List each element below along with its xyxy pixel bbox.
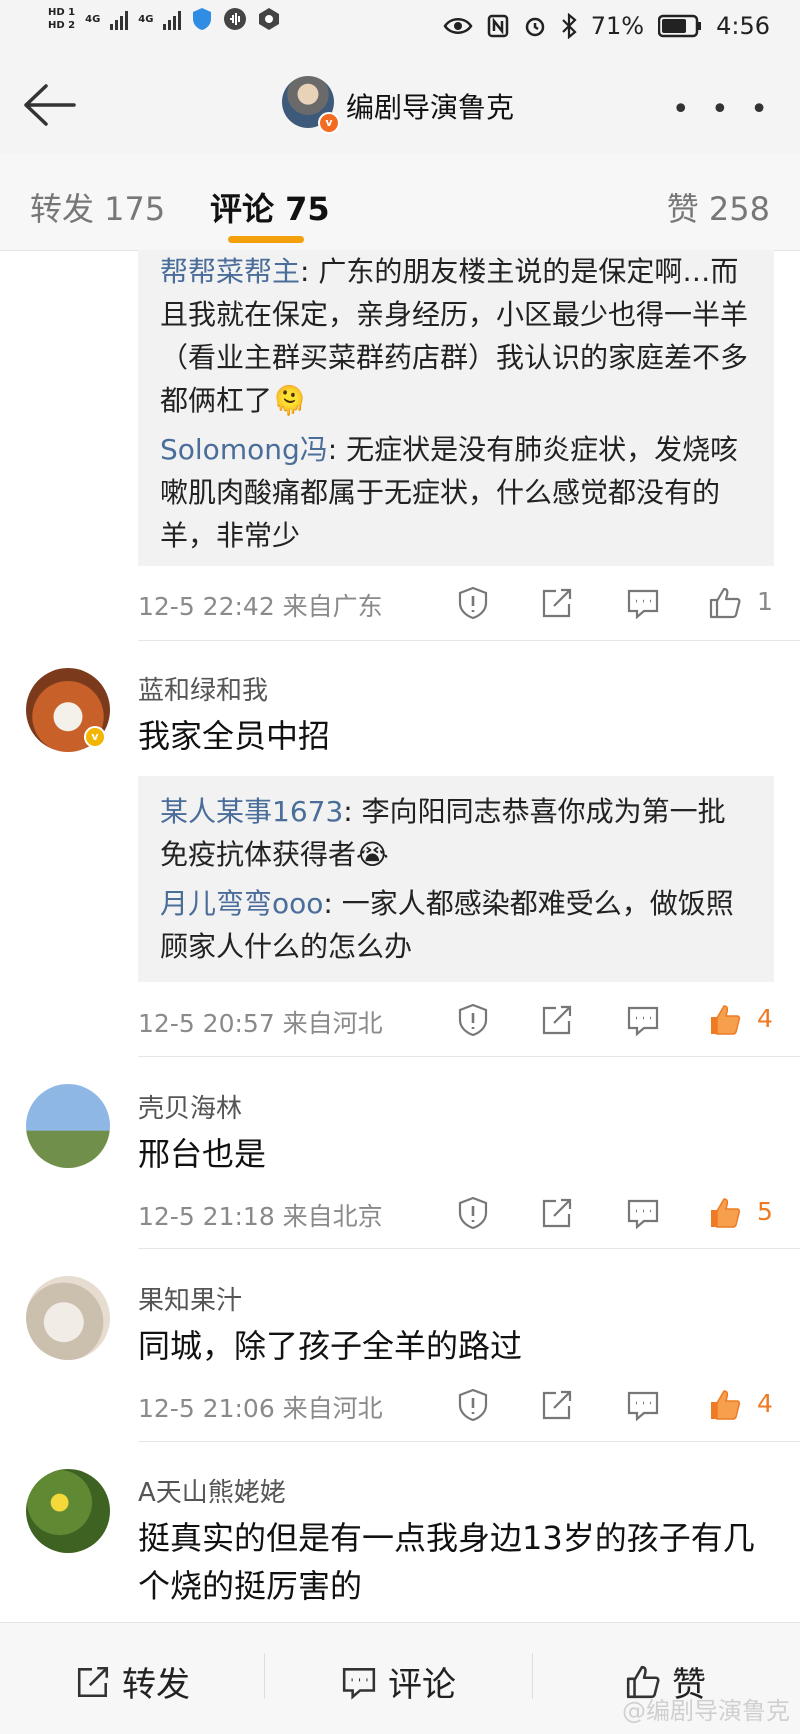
- comment-meta: 12-5 21:06 来自河北: [138, 1394, 383, 1423]
- divider: [138, 1248, 800, 1249]
- nfc-icon: [487, 14, 508, 38]
- hd1-label: HD 1: [48, 7, 76, 18]
- nav-bar: v 编剧导演鲁克 • • •: [0, 58, 800, 154]
- reply-icon[interactable]: [626, 1196, 660, 1230]
- liked-icon[interactable]: [708, 1003, 742, 1037]
- divider: [138, 1441, 800, 1442]
- status-bar: HD 1 HD 2 4G 4G 71% 4:56: [0, 0, 800, 58]
- app-icon: [259, 8, 280, 30]
- user-avatar[interactable]: [26, 1469, 110, 1553]
- page-title[interactable]: 编剧导演鲁克: [346, 86, 514, 126]
- alarm-icon: [525, 17, 544, 37]
- comment-text: 挺真实的但是有一点我身边13岁的孩子有几个烧的挺厉害的: [138, 1519, 755, 1605]
- hd2-label: HD 2: [48, 20, 76, 31]
- reply-box[interactable]: 帮帮菜帮主: 广东的朋友楼主说的是保定啊…而且我就在保定，亲身经历，小区最少也得…: [138, 250, 774, 566]
- shield-icon: [193, 8, 212, 30]
- hd-indicators: HD 1 HD 2: [48, 6, 75, 32]
- eye-icon: [443, 18, 473, 34]
- battery-icon: [658, 14, 702, 38]
- report-icon[interactable]: [456, 1196, 490, 1230]
- repost-label: 转发: [122, 1665, 190, 1705]
- comment-meta: 12-5 20:57 来自河北: [138, 1009, 383, 1038]
- liked-icon[interactable]: [708, 1196, 742, 1230]
- share-icon[interactable]: [540, 1388, 574, 1422]
- comment-label: 评论: [388, 1665, 456, 1705]
- back-arrow-icon[interactable]: [20, 82, 76, 128]
- reply-box[interactable]: 某人某事1673: 李向阳同志恭喜你成为第一批免疫抗体获得者😭 月儿弯弯ooo:…: [138, 776, 774, 982]
- reply-username[interactable]: Solomong冯: [160, 433, 328, 466]
- signal-icon: [110, 8, 129, 30]
- like-count: 5: [757, 1197, 773, 1226]
- bluetooth-icon: [561, 13, 577, 39]
- audio-icon: [224, 8, 247, 30]
- share-icon[interactable]: [540, 1003, 574, 1037]
- reply-username[interactable]: 帮帮菜帮主: [160, 255, 300, 288]
- like-count: 4: [757, 1389, 773, 1418]
- verified-badge-icon: v: [318, 112, 340, 134]
- reply-username[interactable]: 某人某事1673: [160, 795, 343, 828]
- clock: 4:56: [716, 12, 770, 40]
- reply-item[interactable]: 帮帮菜帮主: 广东的朋友楼主说的是保定啊…而且我就在保定，亲身经历，小区最少也得…: [160, 250, 752, 422]
- separator: [264, 1653, 265, 1699]
- comment-username[interactable]: A天山熊姥姥: [138, 1472, 286, 1509]
- comment-icon: [342, 1667, 376, 1700]
- like-count: 1: [757, 587, 773, 616]
- report-icon[interactable]: [456, 586, 490, 620]
- comment-text: 同城，除了孩子全羊的路过: [138, 1327, 523, 1365]
- divider: [138, 640, 800, 641]
- comment-button[interactable]: 评论: [340, 1657, 456, 1706]
- reply-icon[interactable]: [626, 586, 660, 620]
- network-type-1: 4G: [85, 13, 101, 25]
- comment-username[interactable]: 蓝和绿和我: [138, 670, 268, 707]
- signal-icon-2: [163, 8, 182, 30]
- comment-meta: 12-5 22:42 来自广东: [138, 592, 383, 621]
- more-options-icon[interactable]: • • •: [672, 92, 774, 127]
- reply-icon[interactable]: [626, 1388, 660, 1422]
- comment-meta: 12-5 21:18 来自北京: [138, 1202, 383, 1231]
- reply-item[interactable]: Solomong冯: 无症状是没有肺炎症状，发烧咳嗽肌肉酸痛都属于无症状，什么感…: [160, 428, 752, 557]
- tab-comments[interactable]: 评论 75: [210, 184, 330, 230]
- user-avatar[interactable]: [26, 1276, 110, 1360]
- report-icon[interactable]: [456, 1003, 490, 1037]
- separator: [532, 1653, 533, 1699]
- battery-percent: 71%: [590, 12, 645, 40]
- repost-button[interactable]: 转发: [74, 1657, 190, 1706]
- status-left: HD 1 HD 2 4G 4G: [48, 6, 281, 32]
- share-icon[interactable]: [540, 586, 574, 620]
- reply-username[interactable]: 月儿弯弯ooo: [160, 887, 323, 920]
- status-right: 71% 4:56: [443, 12, 770, 40]
- comment-username[interactable]: 果知果汁: [138, 1280, 242, 1317]
- watermark: @编剧导演鲁克: [622, 1697, 790, 1725]
- tab-bar: 转发 175 评论 75 赞 258: [0, 154, 800, 251]
- reply-item[interactable]: 月儿弯弯ooo: 一家人都感染都难受么，做饭照顾家人什么的怎么办: [160, 882, 752, 968]
- divider: [138, 1056, 800, 1057]
- bottom-action-bar: 转发 评论 赞 @编剧导演鲁克: [0, 1622, 800, 1734]
- reply-icon[interactable]: [626, 1003, 660, 1037]
- network-type-2: 4G: [138, 13, 154, 25]
- user-avatar[interactable]: [26, 1084, 110, 1168]
- verified-badge-icon: v: [84, 726, 106, 748]
- like-count: 4: [757, 1004, 773, 1033]
- tab-repost[interactable]: 转发 175: [30, 184, 165, 230]
- like-icon[interactable]: [708, 586, 742, 620]
- comment-text: 邢台也是: [138, 1135, 267, 1173]
- active-tab-indicator: [228, 236, 304, 243]
- reply-item[interactable]: 某人某事1673: 李向阳同志恭喜你成为第一批免疫抗体获得者😭: [160, 790, 752, 876]
- liked-icon[interactable]: [708, 1388, 742, 1422]
- repost-icon: [77, 1666, 109, 1697]
- comment-username[interactable]: 壳贝海林: [138, 1088, 242, 1125]
- share-icon[interactable]: [540, 1196, 574, 1230]
- comment-text: 我家全员中招: [138, 717, 331, 755]
- tab-likes[interactable]: 赞 258: [667, 184, 770, 230]
- report-icon[interactable]: [456, 1388, 490, 1422]
